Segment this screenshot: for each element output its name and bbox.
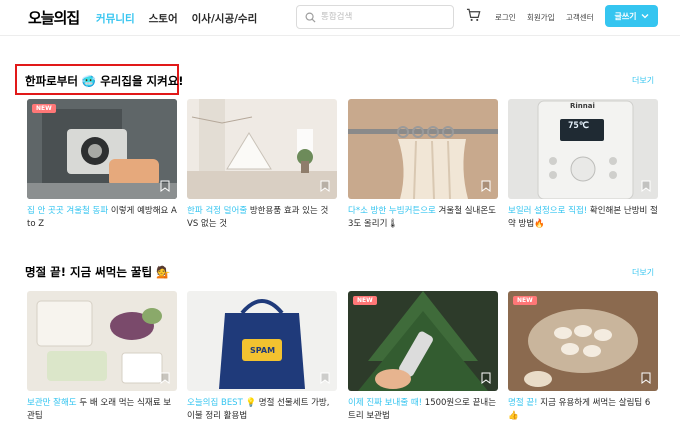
rinnai-brand-text: Rinnai — [570, 102, 595, 110]
write-button[interactable]: 글쓰기 — [605, 5, 658, 27]
card-thumbnail: Rinnai 75℃ — [508, 99, 658, 199]
washer-drain-image — [27, 99, 177, 199]
section-title-holiday: 명절 끝! 지금 써먹는 꿀팁 💁 — [25, 265, 171, 279]
card-thumbnail — [27, 291, 177, 391]
bookmark-icon[interactable] — [160, 180, 170, 192]
new-badge: NEW — [513, 296, 537, 305]
write-button-label: 글쓰기 — [614, 11, 637, 21]
nav-services[interactable]: 이사/시공/수리 — [192, 11, 258, 26]
card-caption: 명절 끝! 지금 유용하게 써먹는 살림팁 6👍 — [508, 397, 658, 423]
login-link[interactable]: 로그인 — [495, 12, 516, 23]
card-caption: 다*소 방한 누빔커튼으로 겨울철 실내온도 3도 올리기🌡 — [348, 205, 498, 231]
card-caption: 한파 걱정 덜어줄 방한용품 효과 있는 것 VS 없는 것 — [187, 205, 337, 231]
cart-icon[interactable] — [466, 8, 481, 22]
spam-logo-text: SPAM — [250, 346, 276, 355]
bookmark-icon[interactable] — [320, 180, 330, 192]
kids-room-image — [187, 99, 337, 199]
card-caption-highlight: 명절 끝! — [508, 398, 538, 408]
site-logo[interactable]: 오늘의집 — [28, 7, 80, 28]
search-icon — [305, 12, 316, 23]
signup-link[interactable]: 회원가입 — [527, 12, 555, 23]
boiler-temp-display: 75℃ — [568, 121, 589, 131]
card-thumbnail — [187, 99, 337, 199]
card-caption: 보일러 설정으로 직접! 확인해본 난방비 절약 방법🔥 — [508, 205, 658, 231]
card-caption-highlight: 다*소 방한 누빔커튼으로 — [348, 206, 436, 216]
bookmark-icon[interactable] — [641, 180, 651, 192]
card-thumbnail — [348, 99, 498, 199]
card-caption: 집 안 곳곳 겨울철 동파 이렇게 예방해요 A to Z — [27, 205, 177, 231]
card-caption-highlight: 보관만 잘해도 — [27, 398, 77, 408]
card-thumbnail: NEW — [508, 291, 658, 391]
chevron-down-icon — [641, 14, 649, 19]
gift-bag-image — [187, 291, 337, 391]
card-thumbnail: SPAM — [187, 291, 337, 391]
new-badge: NEW — [32, 104, 56, 113]
bookmark-icon[interactable] — [481, 180, 491, 192]
section-title-winter: 한파로부터 🥶 우리집을 지켜요! — [25, 74, 184, 88]
nav-store[interactable]: 스토어 — [149, 11, 178, 26]
nav-community[interactable]: 커뮤니티 — [96, 11, 135, 26]
search-input[interactable] — [321, 12, 441, 22]
food-storage-image — [27, 291, 177, 391]
new-badge: NEW — [353, 296, 377, 305]
bookmark-icon[interactable] — [320, 372, 330, 384]
bookmark-icon[interactable] — [160, 372, 170, 384]
dumplings-image — [508, 291, 658, 391]
card-caption-highlight: 집 안 곳곳 겨울철 동파 — [27, 206, 109, 216]
search-box[interactable] — [296, 5, 454, 29]
card-caption: 이제 진짜 보내줄 때! 1500원으로 끝내는 트리 보관법 — [348, 397, 498, 423]
card-caption: 오늘의집 BEST 💡 명절 선물세트 가방, 이불 정리 활용법 — [187, 397, 337, 423]
customer-center-link[interactable]: 고객센터 — [566, 12, 594, 23]
card-caption-highlight: 보일러 설정으로 직접! — [508, 206, 588, 216]
card-thumbnail: NEW — [348, 291, 498, 391]
boiler-controller-image — [508, 99, 658, 199]
more-link-winter[interactable]: 더보기 — [632, 75, 654, 86]
card-thumbnail: NEW — [27, 99, 177, 199]
christmas-tree-image — [348, 291, 498, 391]
more-link-holiday[interactable]: 더보기 — [632, 267, 654, 278]
card-caption-highlight: 한파 걱정 덜어줄 — [187, 206, 248, 216]
card-caption-highlight: 오늘의집 BEST — [187, 398, 243, 408]
card-caption-highlight: 이제 진짜 보내줄 때! — [348, 398, 423, 408]
main-nav: 커뮤니티 스토어 이사/시공/수리 — [96, 11, 271, 26]
quilted-curtain-image — [348, 99, 498, 199]
card-caption: 보관만 잘해도 두 배 오래 먹는 식재료 보관팁 — [27, 397, 177, 423]
bookmark-icon[interactable] — [641, 372, 651, 384]
bookmark-icon[interactable] — [481, 372, 491, 384]
top-header: 오늘의집 커뮤니티 스토어 이사/시공/수리 로그인 회원가입 고객센터 글쓰기 — [0, 0, 680, 36]
